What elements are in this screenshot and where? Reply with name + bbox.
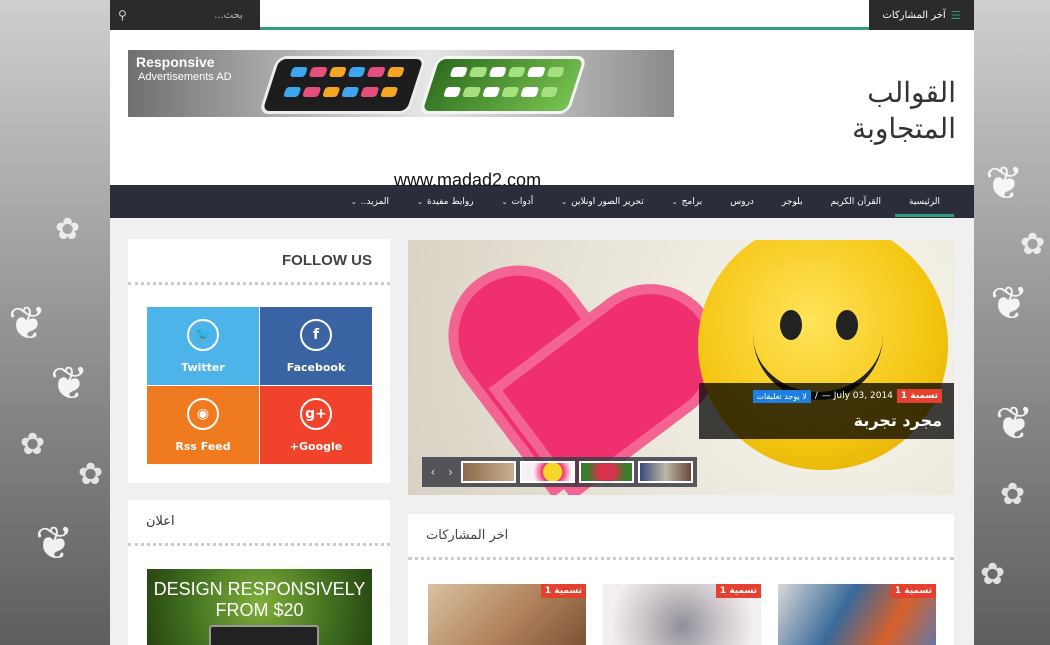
nav-item-label: أدوات (511, 196, 534, 207)
category-tag[interactable]: تسمية 1 (890, 584, 936, 598)
comments-count[interactable]: لا يوجد تعليقات (752, 389, 811, 403)
rss-icon: ◉ (187, 397, 219, 430)
rss-button[interactable]: ◉ Rss Feed (147, 386, 259, 464)
nav-item-quran[interactable]: القرآن الكريم (817, 185, 895, 218)
phone-image (258, 56, 428, 114)
post-date: July 03, 2014 — (821, 391, 893, 401)
rss-label: Rss Feed (175, 439, 231, 453)
maple-leaf-icon: ❦ (985, 156, 1024, 210)
featured-slider[interactable]: تسمية 1 July 03, 2014 — / لا يوجد تعليقا… (408, 240, 954, 495)
nav-item-label: الرئيسية (909, 196, 940, 207)
slide-thumbnail[interactable] (579, 461, 635, 483)
google-plus-button[interactable]: g+ +Google (260, 386, 372, 464)
maple-leaf-icon: ❦ (995, 396, 1034, 450)
phone-image (418, 56, 588, 114)
google-plus-label: +Google (289, 439, 343, 453)
ad-banner-subtitle: Advertisements AD (138, 71, 232, 83)
facebook-button[interactable]: f Facebook (260, 307, 372, 385)
chevron-down-icon: ⌄ (501, 197, 508, 206)
maple-leaf-icon: ✿ (1000, 477, 1026, 512)
recent-posts-tab[interactable]: ☰ آخر المشاركات (869, 0, 974, 30)
search-icon[interactable]: ⚲ (118, 8, 127, 22)
maple-leaf-icon: ✿ (78, 457, 104, 492)
slider-thumbnails: ‹ › (422, 457, 697, 487)
chevron-down-icon: ⌄ (417, 197, 423, 206)
list-icon: ☰ (950, 8, 961, 22)
category-tag[interactable]: تسمية 1 (896, 389, 942, 403)
recent-posts-tab-label: آخر المشاركات (882, 9, 946, 21)
nav-item-label: المزيد.. (360, 196, 390, 207)
widget-title: اعلان (128, 500, 390, 546)
slide-caption: تسمية 1 July 03, 2014 — / لا يوجد تعليقا… (699, 383, 954, 439)
nav-item-label: تحرير الصور اونلاين (571, 196, 644, 207)
nav-item-more[interactable]: المزيد.. ⌄ (337, 185, 403, 218)
page-container: ⚲ ☰ آخر المشاركات Responsive Advertiseme… (110, 0, 974, 645)
twitter-icon: 🐦 (187, 318, 219, 351)
ad-banner-title: Responsive (136, 54, 215, 70)
widget-title: FOLLOW US (128, 239, 390, 285)
device-image (209, 625, 319, 645)
nav-item-blogger[interactable]: بلوجر (768, 185, 817, 218)
post-card[interactable]: تسمية 1 (603, 584, 761, 645)
header-ad-banner[interactable]: Responsive Advertisements AD (128, 50, 674, 117)
site-title[interactable]: القوالب المتجاوبة (826, 75, 956, 147)
nav-item-photo-editing[interactable]: تحرير الصور اونلاين ⌄ (547, 185, 657, 218)
site-header: Responsive Advertisements AD القوالب الم… (110, 30, 974, 190)
nav-item-label: روابط مفيدة (426, 196, 474, 207)
chevron-down-icon: ⌄ (671, 197, 678, 206)
ad-image[interactable]: DESIGN RESPONSIVELY FROM $20 (147, 569, 372, 645)
chevron-down-icon: ⌄ (561, 197, 568, 206)
slide-thumbnail[interactable] (461, 461, 517, 483)
meta-separator: / (814, 391, 818, 401)
nav-item-label: برامج (681, 196, 703, 207)
nav-item-label: دروس (730, 196, 754, 207)
twitter-label: Twitter (181, 360, 225, 374)
nav-item-home[interactable]: الرئيسية (895, 185, 954, 218)
maple-leaf-icon: ✿ (1020, 227, 1046, 262)
ad-image-line2: FROM $20 (215, 600, 304, 620)
nav-item-label: بلوجر (781, 196, 803, 207)
widget-title: اخر المشاركات (408, 514, 954, 560)
follow-us-widget: FOLLOW US 🐦 Twitter f Facebook ◉ Rss Fee… (128, 239, 390, 483)
slide-thumbnail[interactable] (638, 461, 693, 483)
nav-item-programs[interactable]: برامج ⌄ (658, 185, 716, 218)
google-plus-icon: g+ (300, 397, 332, 430)
ad-image-line1: DESIGN RESPONSIVELY (153, 579, 366, 599)
maple-leaf-icon: ✿ (980, 557, 1006, 592)
main-nav: الرئيسية القرآن الكريم بلوجر دروس برامج ⌄… (110, 185, 974, 218)
facebook-label: Facebook (286, 360, 346, 374)
maple-leaf-icon: ✿ (20, 427, 46, 462)
top-bar: ⚲ ☰ آخر المشاركات (110, 0, 974, 30)
chevron-down-icon: ⌄ (350, 197, 357, 206)
maple-leaf-icon: ❦ (990, 276, 1029, 330)
next-arrow-icon[interactable]: › (444, 465, 458, 479)
nav-item-label: القرآن الكريم (830, 196, 881, 207)
maple-leaf-icon: ✿ (55, 212, 81, 247)
search-input[interactable] (126, 9, 243, 21)
prev-arrow-icon[interactable]: ‹ (426, 465, 440, 479)
post-card[interactable]: تسمية 1 (778, 584, 936, 645)
category-tag[interactable]: تسمية 1 (715, 584, 761, 598)
maple-leaf-icon: ❦ (8, 296, 47, 350)
nav-item-lessons[interactable]: دروس (716, 185, 768, 218)
maple-leaf-icon: ❦ (50, 356, 89, 410)
nav-item-useful-links[interactable]: روابط مفيدة ⌄ (403, 185, 488, 218)
category-tag[interactable]: تسمية 1 (540, 584, 586, 598)
slide-thumbnail[interactable] (520, 461, 576, 483)
twitter-button[interactable]: 🐦 Twitter (147, 307, 259, 385)
slide-meta: تسمية 1 July 03, 2014 — / لا يوجد تعليقا… (752, 389, 942, 403)
maple-leaf-icon: ❦ (35, 516, 74, 570)
facebook-icon: f (300, 318, 332, 351)
ad-widget: اعلان DESIGN RESPONSIVELY FROM $20 (128, 500, 390, 645)
slide-title[interactable]: مجرد تجربة (854, 411, 942, 430)
recent-posts-widget: اخر المشاركات تسمية 1 تسمية 1 تسمية 1 (408, 514, 954, 645)
post-card[interactable]: تسمية 1 (428, 584, 586, 645)
search-box: ⚲ (110, 0, 260, 30)
nav-item-tools[interactable]: أدوات ⌄ (488, 185, 548, 218)
social-grid: 🐦 Twitter f Facebook ◉ Rss Feed g+ +Goog… (147, 307, 372, 464)
